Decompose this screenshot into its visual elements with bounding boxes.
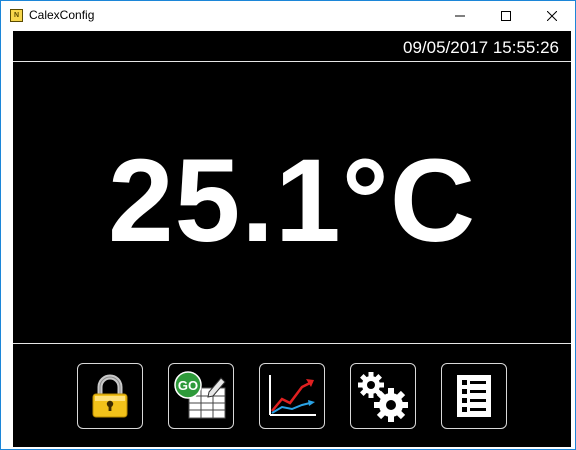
toolbar: GO — [77, 363, 517, 429]
go-badge: GO — [178, 378, 198, 393]
padlock-icon — [92, 374, 128, 418]
trend-chart-icon — [269, 375, 316, 416]
temperature-readout: 25.1°C — [13, 131, 571, 271]
instrument-display: 09/05/2017 15:55:26 25.1°C GO — [13, 31, 571, 447]
bottom-divider — [13, 343, 571, 344]
list-icon — [457, 375, 491, 417]
app-icon: N — [10, 9, 23, 22]
list-button[interactable] — [441, 363, 507, 429]
close-button[interactable] — [529, 1, 575, 31]
minimize-icon — [455, 15, 465, 17]
lock-button[interactable] — [77, 363, 143, 429]
datetime-readout: 09/05/2017 15:55:26 — [403, 38, 559, 57]
top-divider — [13, 61, 571, 62]
maximize-icon — [501, 11, 511, 21]
maximize-button[interactable] — [483, 1, 529, 31]
go-spreadsheet-icon: GO — [174, 371, 226, 419]
app-window: N CalexConfig 09/05/2017 15:55:26 25.1°C — [0, 0, 576, 450]
go-button[interactable]: GO — [168, 363, 234, 429]
minimize-button[interactable] — [437, 1, 483, 31]
temperature-unit: °C — [341, 135, 477, 267]
close-icon — [547, 11, 557, 21]
window-title: CalexConfig — [29, 8, 95, 22]
settings-button[interactable] — [350, 363, 416, 429]
chart-button[interactable] — [259, 363, 325, 429]
title-bar[interactable]: N CalexConfig — [1, 1, 575, 31]
temperature-value: 25.1 — [107, 135, 342, 267]
gears-icon — [358, 372, 408, 422]
